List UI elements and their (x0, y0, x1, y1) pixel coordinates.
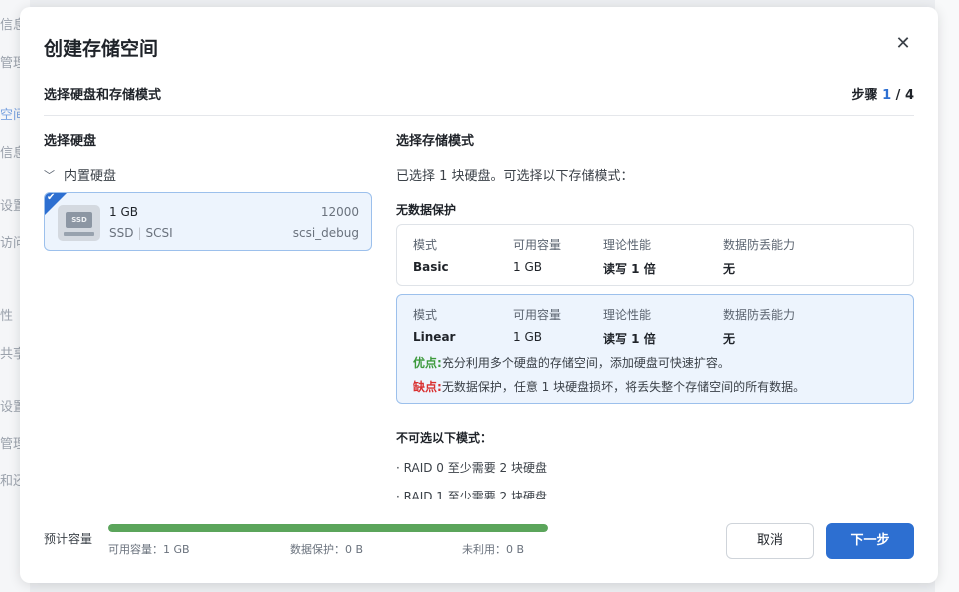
header-protection: 数据防丢能力 (723, 238, 796, 252)
pros-text: 充分利用多个硬盘的存储空间，添加硬盘可快速扩容。 (441, 356, 730, 370)
meta-separator: | (137, 226, 142, 240)
legend-available: 可用容量：1 GB (108, 543, 190, 556)
header-capacity: 可用容量 (513, 238, 562, 252)
cons-note: 缺点:无数据保护，任意 1 块硬盘损坏，将丢失整个存储空间的所有数据。 (413, 378, 805, 395)
legend-unused: 未利用：0 B (462, 543, 525, 556)
cons-text: 无数据保护，任意 1 块硬盘损坏，将丢失整个存储空间的所有数据。 (441, 380, 806, 394)
select-disk-title: 选择硬盘 (44, 134, 97, 149)
ssd-base (64, 232, 94, 236)
estimated-capacity-label: 预计容量 (44, 532, 93, 546)
select-mode-title: 选择存储模式 (396, 134, 475, 149)
selection-info: 已选择 1 块硬盘。可选择以下存储模式： (396, 169, 634, 184)
mode-card-basic[interactable]: 模式 可用容量 理论性能 数据防丢能力 Basic 1 GB 读写 1 倍 无 (396, 224, 914, 286)
capacity-progress-fill (108, 524, 548, 532)
disk-group-toggle[interactable]: ﹀ 内置硬盘 (44, 165, 117, 185)
check-icon: ✔ (47, 192, 56, 203)
cons-label: 缺点: (413, 380, 442, 394)
ssd-icon: SSD (58, 205, 100, 241)
disk-type: SSD (109, 226, 134, 240)
mode-capacity: 1 GB (513, 260, 542, 274)
mode-protection: 无 (723, 332, 736, 346)
scroll-clip: · RAID 1 至少需要 2 块硬盘 (390, 479, 920, 499)
ssd-chip: SSD (66, 212, 92, 228)
bg-sidebar-item: 性 (0, 309, 14, 324)
mode-protection: 无 (723, 262, 736, 276)
header-performance: 理论性能 (603, 308, 652, 322)
header-performance: 理论性能 (603, 238, 652, 252)
create-storage-dialog: 创建存储空间 ✕ 选择硬盘和存储模式 步骤 1 / 4 选择硬盘 ﹀ 内置硬盘 … (20, 7, 938, 583)
header-mode: 模式 (413, 238, 438, 252)
disk-size: 1 GB (109, 205, 138, 219)
mode-performance: 读写 1 倍 (603, 332, 656, 346)
disk-number: 12000 (320, 205, 359, 219)
background-right-panel (935, 0, 959, 592)
pros-note: 优点:充分利用多个硬盘的存储空间，添加硬盘可快速扩容。 (413, 354, 730, 371)
header-protection: 数据防丢能力 (723, 308, 796, 322)
mode-name: Basic (413, 260, 449, 274)
dialog-title: 创建存储空间 (44, 38, 159, 60)
disk-device: scsi_debug (292, 226, 359, 240)
unavailable-mode-item: · RAID 1 至少需要 2 块硬盘 (396, 490, 547, 499)
step-label: 步骤 (851, 88, 878, 103)
step-separator: / (895, 88, 905, 103)
disk-meta: SSD | SCSI (109, 226, 173, 240)
disk-interface: SCSI (145, 226, 173, 240)
mode-card-linear[interactable]: 模式 可用容量 理论性能 数据防丢能力 Linear 1 GB 读写 1 倍 无… (396, 294, 914, 404)
header-mode: 模式 (413, 308, 438, 322)
unavailable-modes-title: 不可选以下模式： (396, 431, 493, 445)
pros-label: 优点: (413, 356, 442, 370)
step-current: 1 (882, 88, 892, 103)
close-icon[interactable]: ✕ (892, 33, 914, 55)
mode-name: Linear (413, 330, 456, 344)
capacity-progress-bar (108, 524, 548, 532)
mode-performance: 读写 1 倍 (603, 262, 656, 276)
next-step-button[interactable]: 下一步 (826, 523, 914, 559)
step-total: 4 (904, 88, 914, 103)
header-capacity: 可用容量 (513, 308, 562, 322)
unavailable-mode-item: · RAID 0 至少需要 2 块硬盘 (396, 461, 547, 475)
disk-card[interactable]: ✔ SSD 1 GB SSD | SCSI 12000 scsi_debug (44, 192, 372, 251)
no-protection-category: 无数据保护 (396, 203, 457, 217)
disk-group-label: 内置硬盘 (64, 169, 117, 184)
step-indicator: 步骤 1 / 4 (852, 84, 914, 103)
legend-protection: 数据保护：0 B (290, 543, 364, 556)
mode-capacity: 1 GB (513, 330, 542, 344)
cancel-button[interactable]: 取消 (726, 523, 814, 559)
section-heading: 选择硬盘和存储模式 (44, 88, 162, 103)
chevron-down-icon: ﹀ (44, 168, 55, 182)
divider (44, 115, 914, 116)
